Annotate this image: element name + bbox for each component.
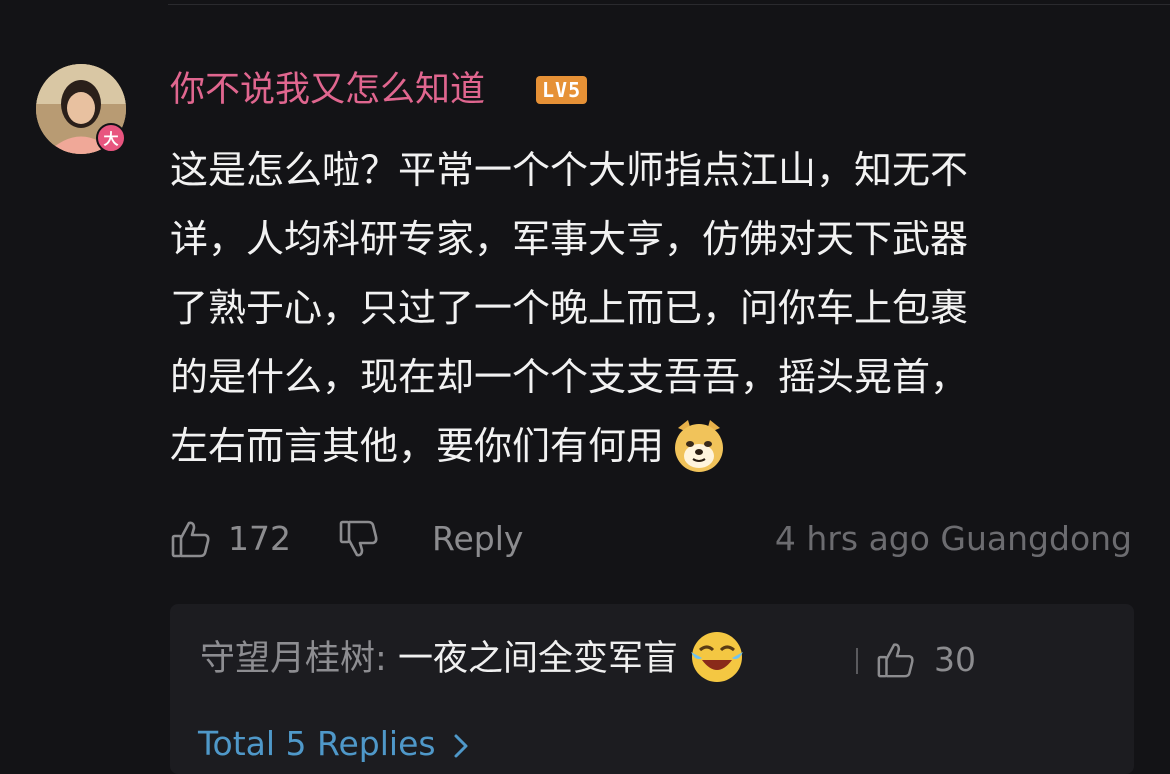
comment-actions: 172 Reply 4 hrs ago Guangdong	[170, 514, 1132, 564]
comment-body-line: 左右而言其他，要你们有何用	[170, 412, 1120, 481]
divider	[856, 648, 858, 674]
comment-body: 这是怎么啦？平常一个个大师指点江山，知无不 详，人均科研专家，军事大亨，仿佛对天…	[170, 136, 1120, 481]
sub-reply-author[interactable]: 守望月桂树:	[200, 639, 387, 679]
comment-body-line: 的是什么，现在却一个个支支吾吾，摇头晃首，	[170, 355, 969, 399]
comment-body-line: 了熟于心，只过了一个晚上而已，问你车上包裹	[170, 286, 969, 330]
comment-card: 大 你不说我又怎么知道 LV5 这是怎么啦？平常一个个大师指点江山，知无不 详，…	[0, 0, 1170, 774]
reply-preview: 守望月桂树: 一夜之间全变军盲 30 Total 5 Replies	[170, 604, 1134, 774]
avatar-badge: 大	[96, 123, 126, 153]
timestamp-location: 4 hrs ago Guangdong	[774, 519, 1132, 558]
thumbs-down-icon[interactable]	[338, 518, 380, 560]
thumbs-up-icon[interactable]	[170, 518, 212, 560]
doge-icon	[670, 416, 728, 474]
laugh-cry-icon	[688, 628, 746, 686]
sub-reply[interactable]: 守望月桂树: 一夜之间全变军盲	[200, 630, 746, 688]
level-badge: LV5	[536, 76, 588, 104]
total-replies-label: Total 5 Replies	[198, 724, 436, 763]
total-replies-link[interactable]: Total 5 Replies	[198, 722, 472, 766]
thumbs-up-icon[interactable]	[876, 640, 916, 680]
comment-body-line: 详，人均科研专家，军事大亨，仿佛对天下武器	[170, 217, 969, 261]
username[interactable]: 你不说我又怎么知道	[170, 66, 485, 114]
like-count: 172	[228, 519, 291, 558]
chevron-right-icon	[450, 728, 472, 758]
sub-reply-like-count: 30	[934, 640, 976, 679]
comment-body-line-text: 左右而言其他，要你们有何用	[170, 424, 665, 468]
reply-button[interactable]: Reply	[432, 518, 523, 560]
sub-reply-text: 一夜之间全变军盲	[397, 639, 678, 679]
comment-body-line: 这是怎么啦？平常一个个大师指点江山，知无不	[170, 148, 969, 192]
